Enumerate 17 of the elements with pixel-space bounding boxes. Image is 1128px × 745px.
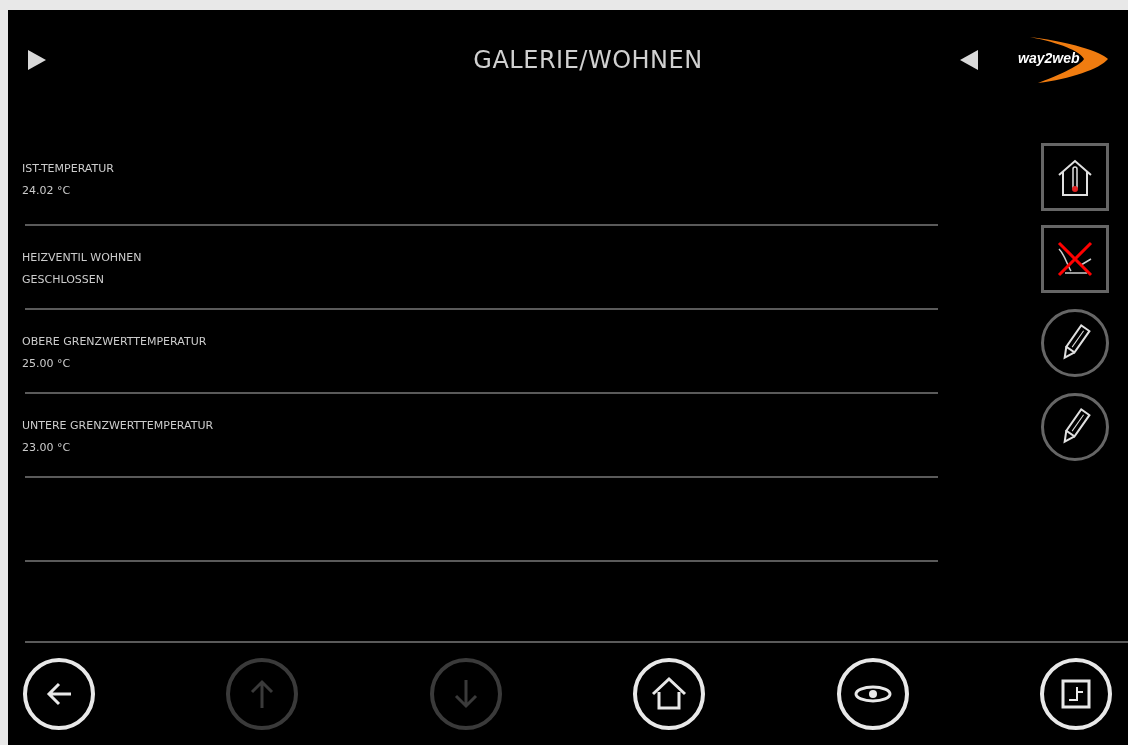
home-button[interactable] bbox=[633, 658, 706, 730]
back-button[interactable] bbox=[23, 658, 95, 730]
page-title: GALERIE/WOHNEN bbox=[472, 46, 704, 74]
floor-plan-button[interactable] bbox=[1039, 658, 1112, 730]
eye-button[interactable] bbox=[836, 658, 909, 730]
item-label: IST-TEMPERATUR bbox=[22, 161, 115, 177]
edit-button[interactable] bbox=[1041, 309, 1109, 377]
item-value: 24.02 °C bbox=[22, 183, 72, 199]
edit-button[interactable] bbox=[1041, 393, 1109, 461]
item-label: OBERE GRENZWERTTEMPERATUR bbox=[22, 334, 208, 350]
item-label: UNTERE GRENZWERTTEMPERATUR bbox=[22, 418, 215, 434]
item-label: HEIZVENTIL WOHNEN bbox=[22, 250, 143, 266]
item-value: 25.00 °C bbox=[22, 356, 72, 372]
item-value: 23.00 °C bbox=[22, 440, 72, 456]
thermometer-button[interactable] bbox=[1041, 143, 1109, 211]
heating-off-button[interactable] bbox=[1041, 225, 1109, 293]
item-value: GESCHLOSSEN bbox=[22, 272, 105, 288]
